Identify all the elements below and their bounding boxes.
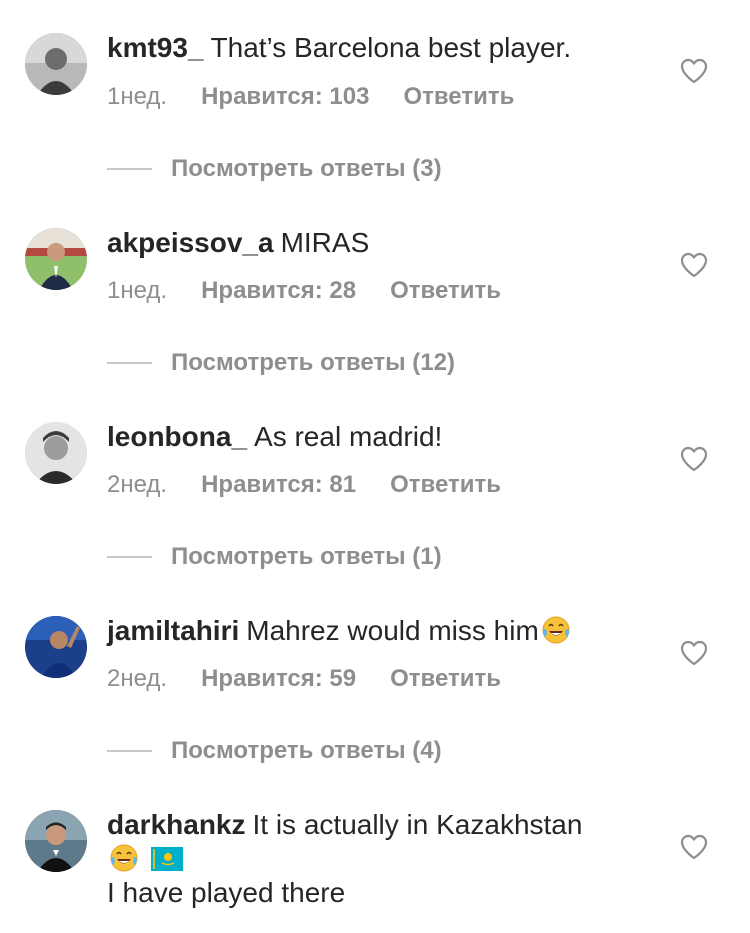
avatar[interactable] bbox=[25, 810, 87, 872]
view-replies-button[interactable]: Посмотреть ответы (3) bbox=[107, 154, 442, 184]
comment-username[interactable]: kmt93_ bbox=[107, 32, 204, 63]
heart-outline-icon[interactable] bbox=[680, 58, 708, 84]
tears-of-joy-emoji bbox=[541, 615, 571, 645]
divider-line bbox=[107, 362, 152, 364]
heart-outline-icon[interactable] bbox=[680, 640, 708, 666]
comment-username[interactable]: akpeissov_a bbox=[107, 227, 274, 258]
comment-likes[interactable]: Нравится: 103 bbox=[201, 82, 369, 112]
comment-text: It is actually in Kazakhstan bbox=[252, 809, 583, 840]
comment-text: MIRAS bbox=[280, 227, 370, 258]
comment-text: That’s Barcelona best player. bbox=[210, 32, 572, 63]
reply-button[interactable]: Ответить bbox=[390, 664, 501, 694]
avatar[interactable] bbox=[25, 33, 87, 95]
tears-of-joy-emoji bbox=[109, 843, 139, 873]
divider-line bbox=[107, 168, 152, 170]
view-replies-button[interactable]: Посмотреть ответы (12) bbox=[107, 348, 455, 378]
avatar-photo bbox=[25, 33, 87, 95]
comment-likes[interactable]: Нравится: 59 bbox=[201, 664, 356, 694]
kazakhstan-flag-icon bbox=[151, 847, 183, 871]
heart-outline-icon[interactable] bbox=[680, 446, 708, 472]
avatar-photo bbox=[25, 810, 87, 872]
avatar-photo bbox=[25, 228, 87, 290]
comment-username[interactable]: leonbona_ bbox=[107, 421, 247, 452]
comment-text: Mahrez would miss him bbox=[246, 615, 539, 646]
divider-line bbox=[107, 556, 152, 558]
reply-button[interactable]: Ответить bbox=[390, 470, 501, 500]
view-replies-button[interactable]: Посмотреть ответы (4) bbox=[107, 736, 442, 766]
comment-time: 2нед. bbox=[107, 665, 168, 692]
reply-button[interactable]: Ответить bbox=[390, 276, 501, 306]
comment-time: 2нед. bbox=[107, 471, 168, 498]
reply-button[interactable]: Ответить bbox=[403, 82, 514, 112]
comment-meta: 2нед. Нравится: 59 Ответить bbox=[107, 664, 501, 694]
comment-text-line: I have played there bbox=[107, 877, 346, 908]
divider-line bbox=[107, 750, 152, 752]
avatar[interactable] bbox=[25, 228, 87, 290]
comment-likes[interactable]: Нравится: 28 bbox=[201, 276, 356, 306]
avatar[interactable] bbox=[25, 422, 87, 484]
view-replies-label: Посмотреть ответы (3) bbox=[171, 155, 442, 182]
view-replies-button[interactable]: Посмотреть ответы (1) bbox=[107, 542, 442, 572]
avatar-photo bbox=[25, 616, 87, 678]
view-replies-label: Посмотреть ответы (12) bbox=[171, 349, 455, 376]
comment-meta: 1нед. Нравится: 103 Ответить bbox=[107, 82, 514, 112]
heart-outline-icon[interactable] bbox=[680, 834, 708, 860]
comment-time: 1нед. bbox=[107, 83, 168, 110]
comment-meta: 2нед. Нравится: 81 Ответить bbox=[107, 470, 501, 500]
comment-likes[interactable]: Нравится: 81 bbox=[201, 470, 356, 500]
comment-username[interactable]: darkhankz bbox=[107, 809, 246, 840]
heart-outline-icon[interactable] bbox=[680, 252, 708, 278]
view-replies-label: Посмотреть ответы (1) bbox=[171, 543, 442, 570]
avatar-photo bbox=[25, 422, 87, 484]
avatar[interactable] bbox=[25, 616, 87, 678]
comment-text: As real madrid! bbox=[254, 421, 443, 452]
comment-username[interactable]: jamiltahiri bbox=[107, 615, 239, 646]
view-replies-label: Посмотреть ответы (4) bbox=[171, 737, 442, 764]
comment-meta: 1нед. Нравится: 28 Ответить bbox=[107, 276, 501, 306]
comment-time: 1нед. bbox=[107, 277, 168, 304]
